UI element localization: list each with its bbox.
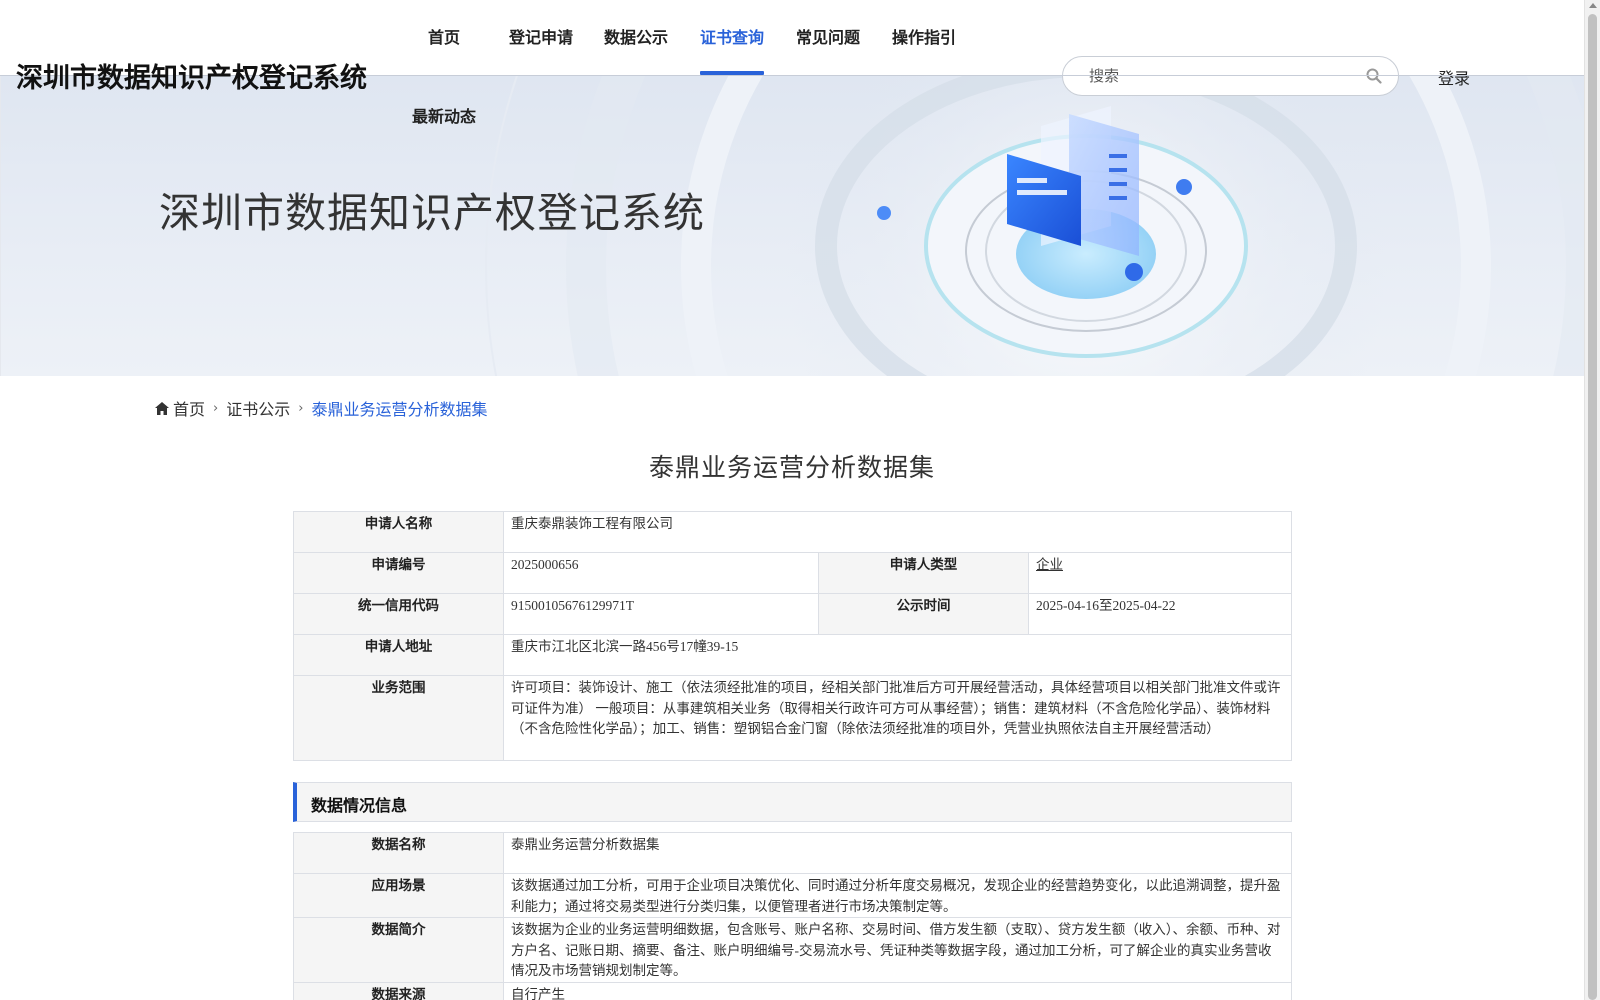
site-title[interactable]: 深圳市数据知识产权登记系统 bbox=[16, 56, 367, 95]
breadcrumb-current: 泰鼎业务运营分析数据集 bbox=[311, 400, 488, 419]
chevron-right-icon: › bbox=[213, 400, 219, 416]
table-row: 申请人地址 重庆市江北区北滨一路456号17幢39-15 bbox=[293, 634, 1292, 676]
breadcrumb-home[interactable]: 首页 bbox=[173, 396, 205, 420]
address-label: 申请人地址 bbox=[293, 634, 504, 676]
publish-time-label: 公示时间 bbox=[818, 593, 1029, 635]
application-number-value: 2025000656 bbox=[503, 552, 819, 594]
data-name-label: 数据名称 bbox=[293, 832, 504, 874]
scenario-value: 该数据通过加工分析，可用于企业项目决策优化、同时通过分析年度交易概况，发现企业的… bbox=[503, 873, 1292, 918]
data-summary-label: 数据简介 bbox=[293, 917, 504, 983]
data-info-section-heading: 数据情况信息 bbox=[293, 782, 1292, 822]
nav-registration[interactable]: 登记申请 bbox=[509, 24, 573, 48]
table-row: 申请编号 2025000656 申请人类型 企业 bbox=[293, 552, 1292, 594]
scrollbar-thumb[interactable] bbox=[1588, 14, 1597, 1000]
section-heading-text: 数据情况信息 bbox=[311, 796, 408, 815]
hero-banner: 深圳市数据知识产权登记系统 bbox=[0, 76, 1584, 376]
data-summary-value: 该数据为企业的业务运营明细数据，包含账号、账户名称、交易时间、借方发生额（支取）… bbox=[503, 917, 1292, 983]
applicant-type-label: 申请人类型 bbox=[818, 552, 1029, 594]
banner-title: 深圳市数据知识产权登记系统 bbox=[159, 190, 705, 236]
business-scope-value: 许可项目：装饰设计、施工（依法须经批准的项目，经相关部门批准后方可开展经营活动，… bbox=[503, 675, 1292, 761]
vertical-scrollbar[interactable] bbox=[1584, 0, 1600, 1000]
nav-home[interactable]: 首页 bbox=[428, 24, 460, 48]
login-link[interactable]: 登录 bbox=[1438, 65, 1470, 89]
table-row: 申请人名称 重庆泰鼎装饰工程有限公司 bbox=[293, 511, 1292, 553]
breadcrumb-certificate[interactable]: 证书公示 bbox=[226, 396, 290, 420]
data-source-value: 自行产生 bbox=[503, 981, 1292, 1000]
credit-code-value: 91500105676129971T bbox=[503, 593, 819, 635]
address-value: 重庆市江北区北滨一路456号17幢39-15 bbox=[503, 634, 1292, 676]
nav-latest-news[interactable]: 最新动态 bbox=[412, 103, 476, 127]
nav-data-publicity[interactable]: 数据公示 bbox=[604, 24, 668, 48]
page: 深圳市数据知识产权登记系统 首页 登记申请 数据公示 证书查询 常见问题 操作指… bbox=[0, 0, 1600, 1000]
scenario-label: 应用场景 bbox=[293, 873, 504, 918]
home-icon[interactable] bbox=[155, 401, 169, 415]
scroll-up-arrow-icon[interactable] bbox=[1589, 3, 1597, 8]
application-number-label: 申请编号 bbox=[293, 552, 504, 594]
business-scope-label: 业务范围 bbox=[293, 675, 504, 761]
search-box[interactable] bbox=[1062, 56, 1399, 96]
publish-time-value: 2025-04-16至2025-04-22 bbox=[1028, 593, 1292, 635]
data-name-value: 泰鼎业务运营分析数据集 bbox=[503, 832, 1292, 874]
applicant-table: 申请人名称 重庆泰鼎装饰工程有限公司 申请编号 2025000656 申请人类型… bbox=[293, 511, 1292, 761]
data-source-label: 数据来源 bbox=[293, 981, 504, 1000]
applicant-name-value: 重庆泰鼎装饰工程有限公司 bbox=[503, 511, 1292, 553]
credit-code-label: 统一信用代码 bbox=[293, 593, 504, 635]
applicant-type-value: 企业 bbox=[1036, 557, 1063, 572]
search-icon[interactable] bbox=[1366, 68, 1382, 84]
nav-certificate-query[interactable]: 证书查询 bbox=[700, 24, 764, 48]
table-row: 数据简介 该数据为企业的业务运营明细数据，包含账号、账户名称、交易时间、借方发生… bbox=[293, 917, 1292, 983]
nav-faq[interactable]: 常见问题 bbox=[796, 24, 860, 48]
search-input[interactable] bbox=[1089, 65, 1349, 87]
chevron-right-icon: › bbox=[298, 400, 304, 416]
table-row: 业务范围 许可项目：装饰设计、施工（依法须经批准的项目，经相关部门批准后方可开展… bbox=[293, 675, 1292, 761]
breadcrumb: 首页 › 证书公示 › 泰鼎业务运营分析数据集 bbox=[155, 396, 487, 420]
nav-guide[interactable]: 操作指引 bbox=[892, 24, 956, 48]
data-info-table: 数据名称 泰鼎业务运营分析数据集 应用场景 该数据通过加工分析，可用于企业项目决… bbox=[293, 832, 1292, 1000]
page-title: 泰鼎业务运营分析数据集 bbox=[648, 455, 935, 482]
table-row: 统一信用代码 91500105676129971T 公示时间 2025-04-1… bbox=[293, 593, 1292, 635]
table-row: 数据名称 泰鼎业务运营分析数据集 bbox=[293, 832, 1292, 874]
table-row: 数据来源 自行产生 bbox=[293, 981, 1292, 1000]
table-row: 应用场景 该数据通过加工分析，可用于企业项目决策优化、同时通过分析年度交易概况，… bbox=[293, 873, 1292, 918]
applicant-name-label: 申请人名称 bbox=[293, 511, 504, 553]
